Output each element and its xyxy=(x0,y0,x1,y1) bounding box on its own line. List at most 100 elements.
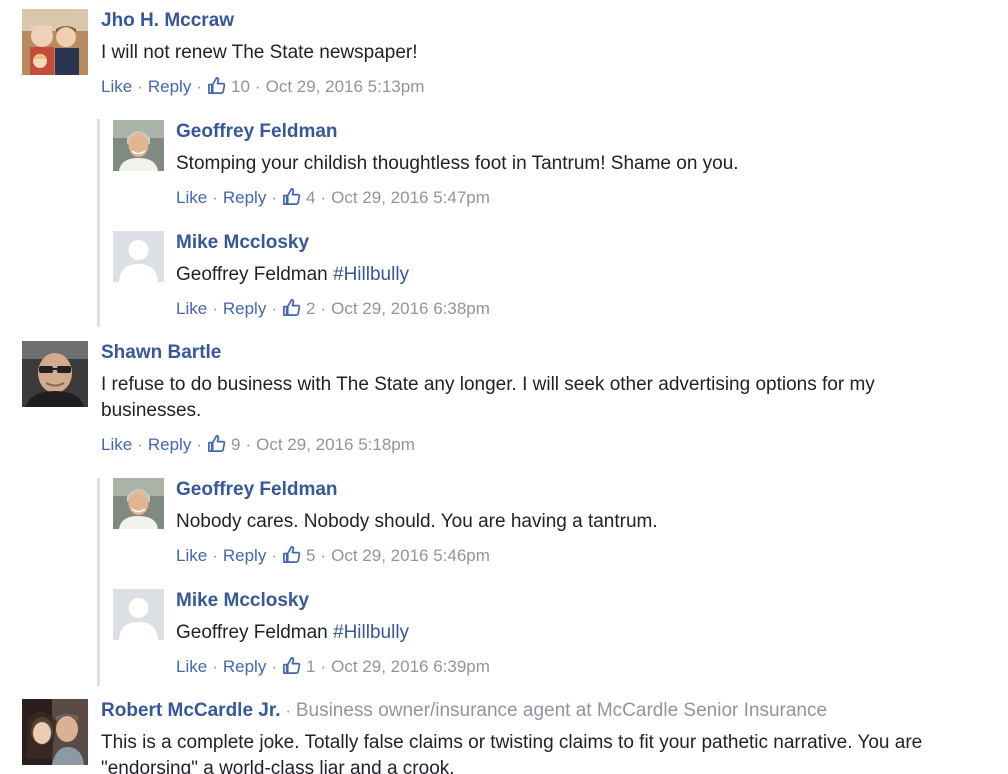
like-link[interactable]: Like xyxy=(176,299,207,318)
comment: Robert McCardle Jr. · Business owner/insur… xyxy=(22,699,982,774)
author-name[interactable]: Mike Mcclosky xyxy=(176,232,309,253)
author-name[interactable]: Robert McCardle Jr. xyxy=(101,700,281,721)
hashtag-link[interactable]: #Hillbully xyxy=(333,622,409,643)
thumbs-up-icon xyxy=(283,299,301,316)
timestamp[interactable]: Oct 29, 2016 6:38pm xyxy=(331,299,490,318)
separator: · xyxy=(212,546,218,565)
author-line: Geoffrey Feldman xyxy=(176,120,983,144)
comment-actions: Like · Reply · 1 · Oct 29, 2016 6:39pm xyxy=(176,656,983,678)
author-line: Robert McCardle Jr. · Business owner/insur… xyxy=(101,699,982,723)
comment-actions: Like · Reply · 9 · Oct 29, 2016 5:18pm xyxy=(101,434,982,456)
thumbs-up-icon xyxy=(283,546,301,563)
thumbs-up-icon xyxy=(283,657,301,674)
avatar[interactable] xyxy=(22,341,88,407)
comment-text: Geoffrey Feldman #Hillbully xyxy=(176,620,983,646)
comment-body: Mike Mcclosky Geoffrey Feldman #Hillbull… xyxy=(176,589,983,678)
reply-link[interactable]: Reply xyxy=(223,299,266,318)
author-name[interactable]: Jho H. Mccraw xyxy=(101,10,234,31)
author-name[interactable]: Geoffrey Feldman xyxy=(176,121,338,142)
reply-link[interactable]: Reply xyxy=(223,546,266,565)
separator: · xyxy=(285,703,291,720)
separator: · xyxy=(254,77,261,96)
reply-comment: Geoffrey Feldman Stomping your childish … xyxy=(113,120,983,220)
like-count-group[interactable]: 4 xyxy=(282,188,315,207)
author-line: Jho H. Mccraw xyxy=(101,9,982,33)
comment-text: Stomping your childish thoughtless foot … xyxy=(176,153,739,174)
author-occupation: Business owner/insurance agent at McCard… xyxy=(295,700,828,721)
like-count-group[interactable]: 2 xyxy=(282,299,315,318)
author-name[interactable]: Shawn Bartle xyxy=(101,342,221,363)
like-count: 10 xyxy=(231,77,250,96)
thumbs-up-icon xyxy=(283,188,301,205)
reply-comment: Mike Mcclosky Geoffrey Feldman #Hillbull… xyxy=(113,589,983,689)
reply-thread-line xyxy=(97,478,100,686)
like-count-group[interactable]: 9 xyxy=(207,435,240,454)
avatar[interactable] xyxy=(113,231,164,282)
separator: · xyxy=(320,188,327,207)
separator: · xyxy=(245,435,252,454)
reply-comment: Mike Mcclosky Geoffrey Feldman #Hillbull… xyxy=(113,231,983,331)
like-link[interactable]: Like xyxy=(176,188,207,207)
avatar[interactable] xyxy=(113,478,164,529)
default-silhouette-avatar xyxy=(113,589,164,640)
comment-actions: Like · Reply · 2 · Oct 29, 2016 6:38pm xyxy=(176,298,983,320)
author-line: Shawn Bartle xyxy=(101,341,982,365)
timestamp[interactable]: Oct 29, 2016 5:13pm xyxy=(266,77,425,96)
reply-link[interactable]: Reply xyxy=(223,188,266,207)
separator: · xyxy=(320,299,327,318)
separator: · xyxy=(271,657,277,676)
like-link[interactable]: Like xyxy=(101,435,132,454)
like-link[interactable]: Like xyxy=(176,657,207,676)
comment-text: I will not renew The State newspaper! xyxy=(101,42,418,63)
comment: Jho H. Mccraw I will not renew The State… xyxy=(22,9,982,109)
timestamp[interactable]: Oct 29, 2016 5:46pm xyxy=(331,546,490,565)
avatar[interactable] xyxy=(113,589,164,640)
reply-comment: Geoffrey Feldman Nobody cares. Nobody sh… xyxy=(113,478,983,578)
reply-link[interactable]: Reply xyxy=(223,657,266,676)
separator: · xyxy=(212,299,218,318)
comment-text: I refuse to do business with The State a… xyxy=(101,374,875,421)
author-name[interactable]: Mike Mcclosky xyxy=(176,590,309,611)
timestamp[interactable]: Oct 29, 2016 5:18pm xyxy=(256,435,415,454)
reply-thread-line xyxy=(97,119,100,327)
like-link[interactable]: Like xyxy=(101,77,132,96)
gray-hair-man-avatar xyxy=(113,478,164,529)
author-name[interactable]: Geoffrey Feldman xyxy=(176,479,338,500)
comment-actions: Like · Reply · 4 · Oct 29, 2016 5:47pm xyxy=(176,187,983,209)
author-line: Mike Mcclosky xyxy=(176,231,983,255)
like-count-group[interactable]: 5 xyxy=(282,546,315,565)
comment-body: Robert McCardle Jr. · Business owner/insur… xyxy=(101,699,982,774)
avatar[interactable] xyxy=(113,120,164,171)
default-silhouette-avatar xyxy=(113,231,164,282)
comment-text: Nobody cares. Nobody should. You are hav… xyxy=(176,511,658,532)
separator: · xyxy=(271,299,277,318)
separator: · xyxy=(137,435,143,454)
author-line: Geoffrey Feldman xyxy=(176,478,983,502)
comment-text-prefix: Geoffrey Feldman xyxy=(176,622,334,643)
separator: · xyxy=(196,435,202,454)
couple-photo-avatar xyxy=(22,699,88,765)
like-count-group[interactable]: 1 xyxy=(282,657,315,676)
author-line: Mike Mcclosky xyxy=(176,589,983,613)
family-photo-avatar xyxy=(22,9,88,75)
comment-text: This is a complete joke. Totally false c… xyxy=(101,732,923,774)
comment-text: Geoffrey Feldman #Hillbully xyxy=(176,262,983,288)
avatar[interactable] xyxy=(22,9,88,75)
separator: · xyxy=(320,657,327,676)
comment-body: Geoffrey Feldman Nobody cares. Nobody sh… xyxy=(176,478,983,567)
reply-link[interactable]: Reply xyxy=(148,77,191,96)
separator: · xyxy=(320,546,327,565)
comment-body: Geoffrey Feldman Stomping your childish … xyxy=(176,120,983,209)
avatar[interactable] xyxy=(22,699,88,765)
timestamp[interactable]: Oct 29, 2016 6:39pm xyxy=(331,657,490,676)
separator: · xyxy=(196,77,202,96)
comment-text-prefix: Geoffrey Feldman xyxy=(176,264,334,285)
hashtag-link[interactable]: #Hillbully xyxy=(333,264,409,285)
like-link[interactable]: Like xyxy=(176,546,207,565)
thumbs-up-icon xyxy=(208,77,226,94)
bald-man-sunglasses-avatar xyxy=(22,341,88,407)
separator: · xyxy=(271,188,277,207)
reply-link[interactable]: Reply xyxy=(148,435,191,454)
timestamp[interactable]: Oct 29, 2016 5:47pm xyxy=(331,188,490,207)
like-count-group[interactable]: 10 xyxy=(207,77,250,96)
